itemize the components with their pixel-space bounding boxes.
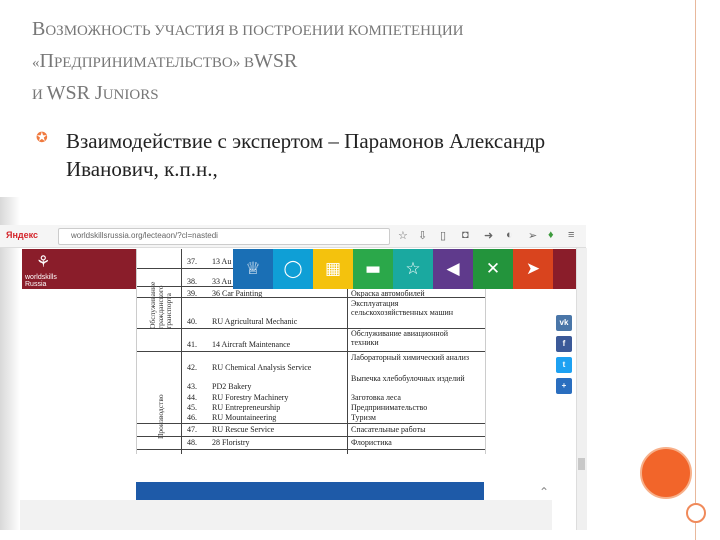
star-icon[interactable]: ☆ — [398, 229, 408, 242]
forward-icon[interactable]: ➜ — [484, 229, 493, 242]
title-text: WSR — [254, 50, 298, 72]
url-bar[interactable]: worldskillsrussia.org/lecteaon/?cl=naste… — [58, 228, 390, 245]
scroll-up-icon[interactable]: ⌃ — [536, 485, 552, 501]
title-text: И — [32, 87, 47, 103]
chat-bubble-icon[interactable]: ◯ — [273, 249, 313, 289]
megaphone-icon[interactable]: ◀ — [433, 249, 473, 289]
page-footer-area — [20, 500, 552, 530]
bullet-text: Взаимодействие с экспертом – Парамонов А… — [66, 129, 546, 181]
scrollbar-thumb[interactable] — [578, 458, 585, 470]
slide-border — [695, 0, 696, 540]
divider — [137, 436, 485, 437]
share-plus-icon[interactable]: + — [556, 378, 572, 394]
leaf-icon[interactable]: ♦ — [548, 229, 554, 241]
divider — [137, 297, 485, 298]
trophy-icon[interactable]: ♕ — [233, 249, 273, 289]
pocket-icon[interactable]: ◘ — [462, 229, 469, 241]
browser-toolbar: Яндекс worldskillsrussia.org/lecteaon/?c… — [0, 225, 586, 248]
divider — [137, 449, 485, 450]
group-label: Производство — [156, 394, 165, 439]
decorative-circle-small — [686, 503, 706, 523]
title-text: UNIORS — [102, 87, 159, 103]
divider — [137, 351, 485, 352]
chat-icon[interactable]: ◐ — [506, 229, 513, 241]
title-text: РЕДПРИНИМАТЕЛЬСТВО» В — [53, 55, 255, 71]
group-label: Обслуживание гражданского транспорта — [148, 281, 173, 329]
bullet-icon: ✪ — [36, 131, 48, 146]
blue-footer-bar — [136, 482, 484, 500]
embedded-screenshot: Яндекс worldskillsrussia.org/lecteaon/?c… — [0, 197, 594, 530]
menu-icon[interactable]: ≡ — [568, 229, 574, 241]
decorative-circle — [640, 447, 692, 499]
twitter-icon[interactable]: t — [556, 357, 572, 373]
yandex-label[interactable]: Яндекс — [6, 230, 38, 240]
vk-icon[interactable]: vk — [556, 315, 572, 331]
star-icon[interactable]: ☆ — [393, 249, 433, 289]
slide-title: ВОЗМОЖНОСТЬ УЧАСТИЯ В ПОСТРОЕНИИ КОМПЕТЕ… — [32, 14, 642, 110]
title-cap: В — [32, 18, 46, 40]
bookmark-icon[interactable]: ▯ — [440, 229, 446, 242]
logo-mark-icon: ⚘ — [36, 254, 51, 271]
title-cap: П — [39, 50, 54, 72]
worldskills-logo[interactable]: ⚘ worldskills Russia — [22, 249, 66, 289]
paper-plane-icon[interactable]: ➤ — [513, 249, 553, 289]
tools-icon[interactable]: ✕ — [473, 249, 513, 289]
calendar-icon[interactable]: ▦ — [313, 249, 353, 289]
download-icon[interactable]: ⇩ — [418, 229, 427, 242]
facebook-icon[interactable]: f — [556, 336, 572, 352]
divider — [137, 423, 485, 424]
title-text: WSR J — [46, 82, 103, 104]
url-text: worldskillsrussia.org/lecteaon/?cl=naste… — [71, 231, 218, 240]
briefcase-icon[interactable]: ▬ — [353, 249, 393, 289]
telegram-icon[interactable]: ➢ — [528, 229, 537, 242]
scrollbar[interactable] — [576, 248, 587, 530]
logo-text: worldskills Russia — [25, 274, 57, 288]
